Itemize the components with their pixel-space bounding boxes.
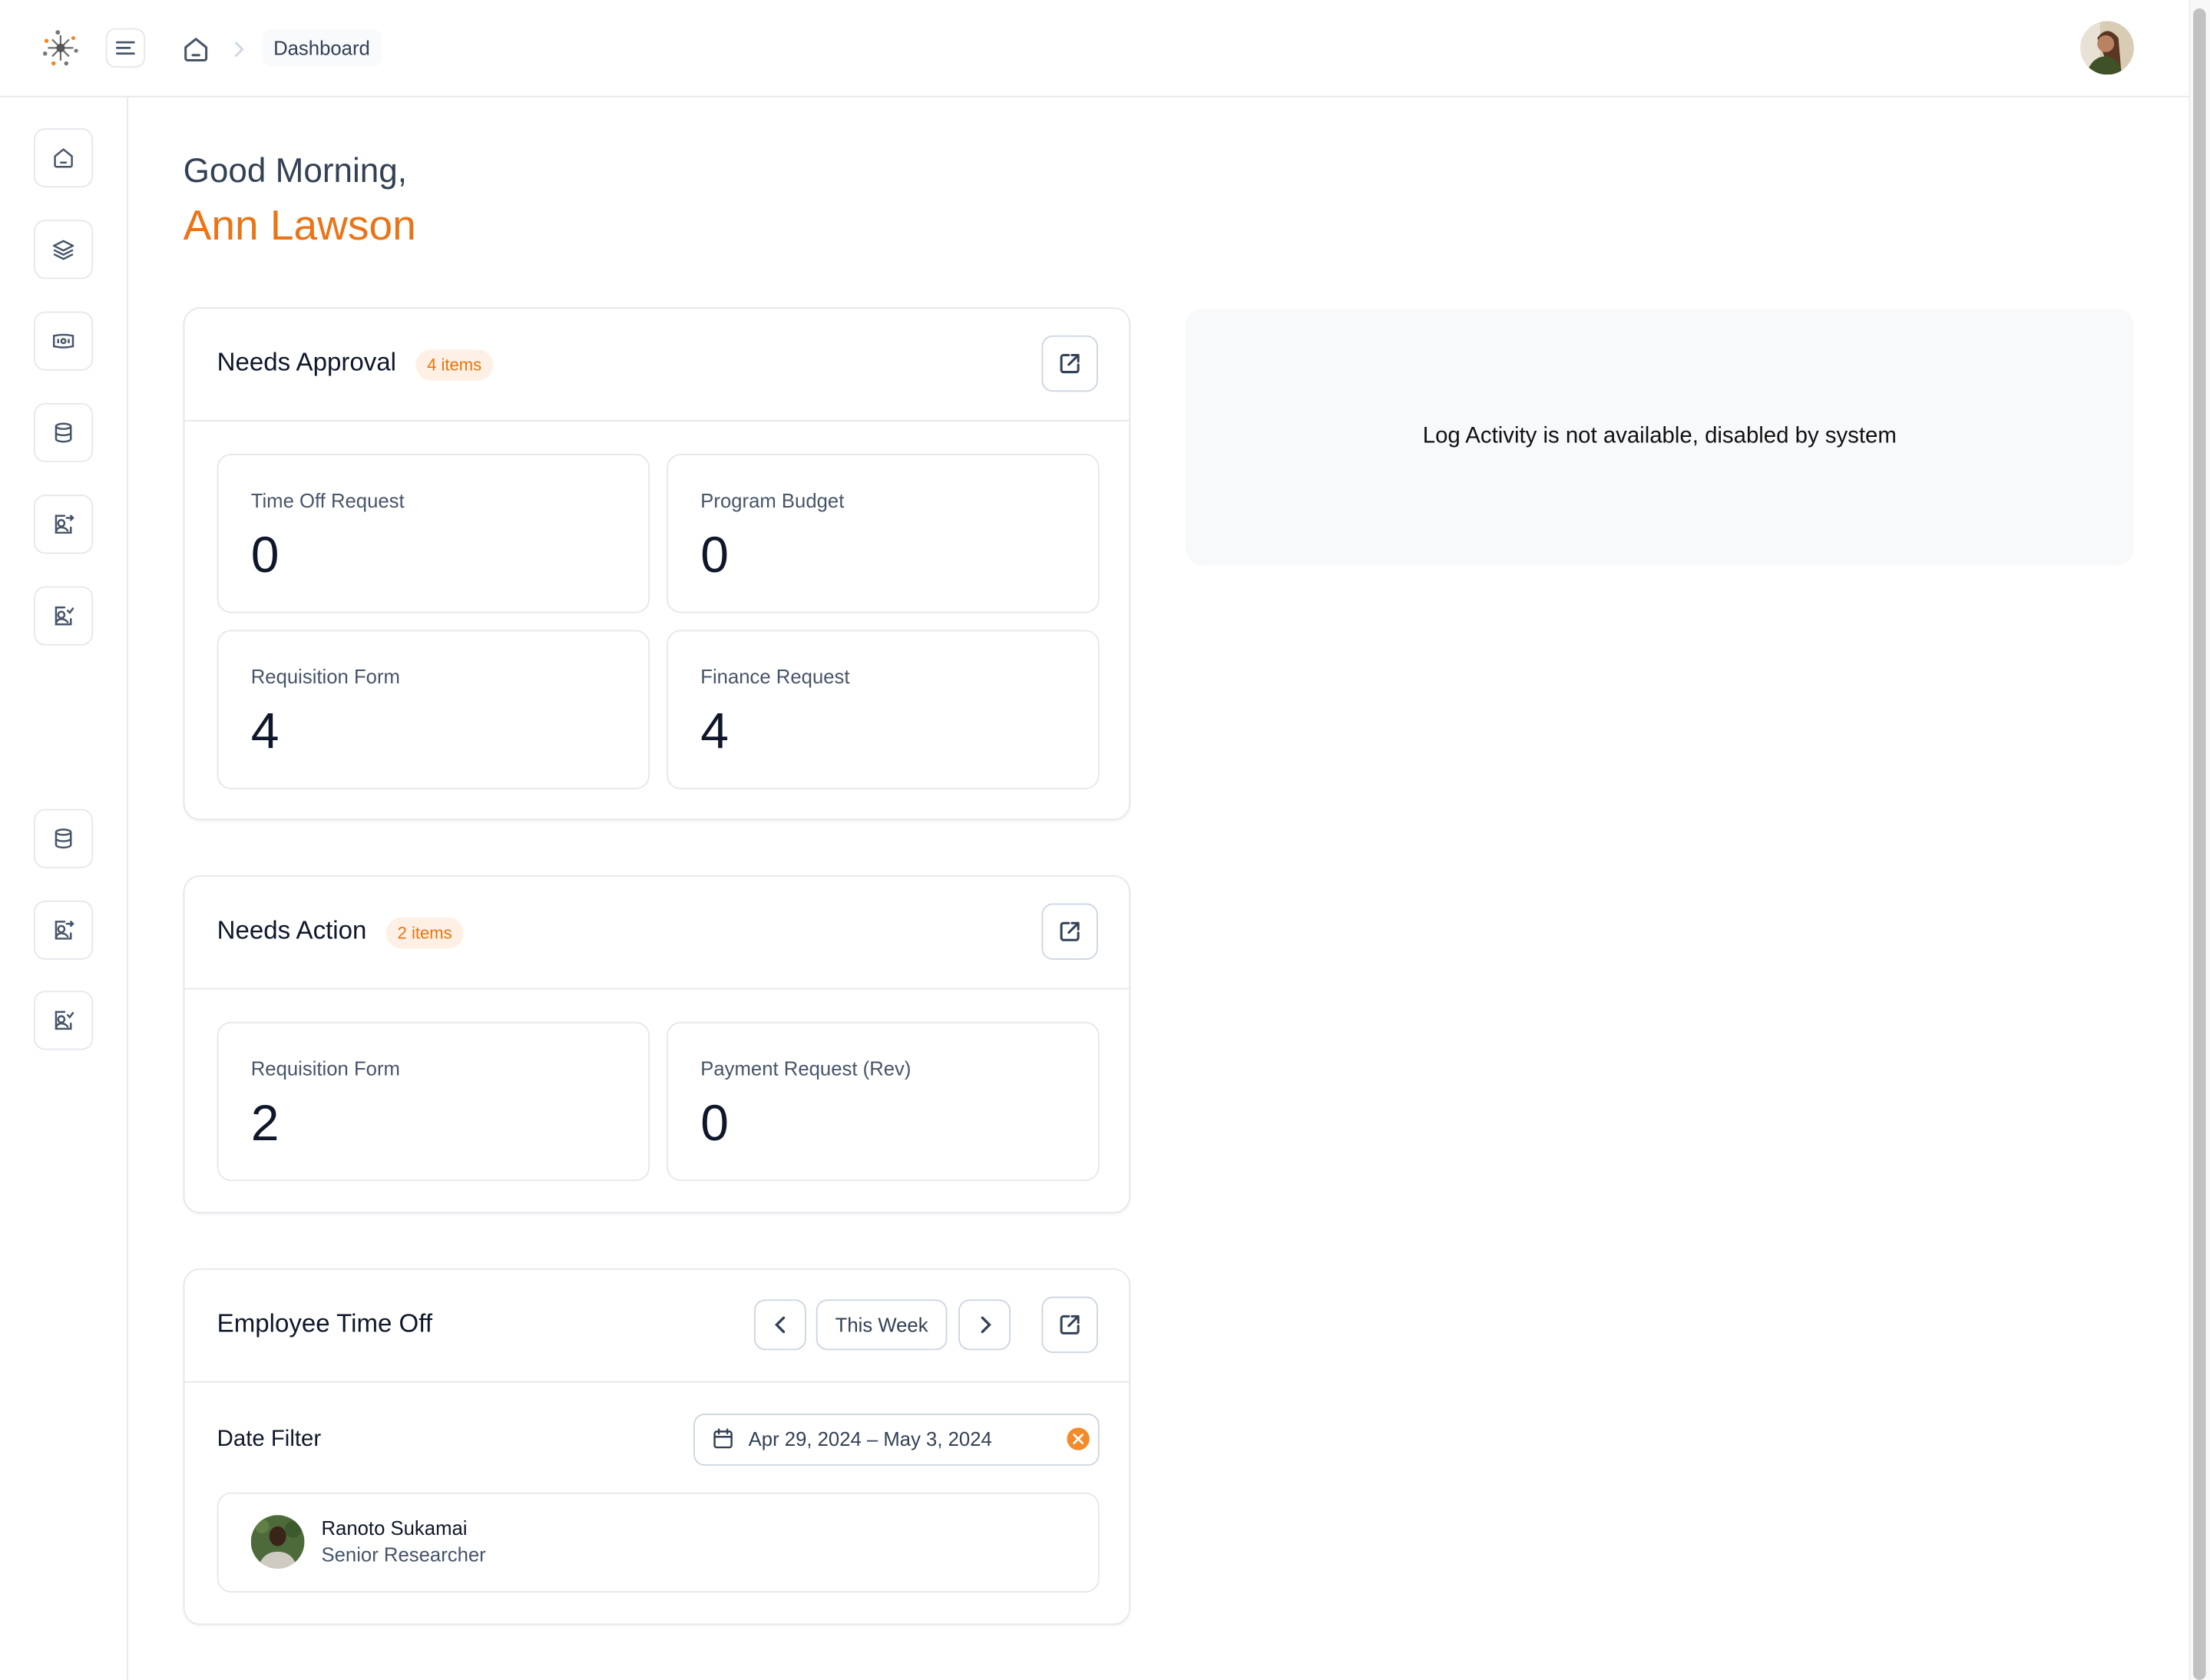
needs-approval-card: Needs Approval 4 items Time Off Request … bbox=[183, 307, 1131, 821]
count-badge: 4 items bbox=[415, 349, 493, 381]
open-external-button[interactable] bbox=[1041, 903, 1098, 960]
stat-card[interactable]: Requisition Form 2 bbox=[217, 1021, 650, 1182]
employee-avatar bbox=[250, 1515, 305, 1569]
sidebar-item-user-forward-2[interactable] bbox=[34, 900, 94, 960]
this-week-button[interactable]: This Week bbox=[816, 1299, 948, 1351]
calendar-icon bbox=[713, 1428, 733, 1449]
employee-role: Senior Researcher bbox=[321, 1543, 486, 1566]
external-link-icon bbox=[1060, 1315, 1080, 1334]
open-external-button[interactable] bbox=[1041, 335, 1098, 392]
previous-week-button[interactable] bbox=[753, 1299, 806, 1351]
user-check-icon bbox=[55, 1010, 74, 1030]
menu-icon bbox=[115, 41, 135, 55]
stat-value: 4 bbox=[700, 702, 729, 760]
layers-icon bbox=[52, 240, 74, 260]
user-forward-icon bbox=[55, 514, 74, 534]
stat-label: Requisition Form bbox=[250, 665, 400, 688]
home-icon bbox=[54, 148, 73, 168]
home-icon bbox=[184, 38, 208, 62]
stat-value: 0 bbox=[700, 525, 729, 584]
stat-value: 0 bbox=[250, 525, 280, 584]
employee-list-item[interactable]: Ranoto Sukamai Senior Researcher bbox=[217, 1492, 1100, 1593]
sidebar-item-user-check-2[interactable] bbox=[34, 990, 94, 1050]
stat-value: 0 bbox=[700, 1093, 729, 1152]
scrollbar-thumb[interactable] bbox=[2193, 8, 2206, 1680]
card-title: Needs Approval bbox=[217, 348, 396, 377]
close-icon bbox=[1073, 1434, 1084, 1444]
stat-value: 2 bbox=[250, 1093, 280, 1152]
sidebar-item-user-forward[interactable] bbox=[34, 494, 94, 554]
sidebar-item-budget[interactable] bbox=[34, 311, 94, 371]
stat-card[interactable]: Payment Request (Rev) 0 bbox=[667, 1021, 1100, 1182]
user-avatar[interactable] bbox=[2080, 21, 2134, 75]
clear-date-button[interactable] bbox=[1067, 1427, 1090, 1450]
greeting-text: Good Morning, bbox=[183, 152, 408, 190]
logo bbox=[38, 25, 84, 71]
sidebar-item-home[interactable] bbox=[34, 128, 94, 188]
external-link-icon bbox=[1060, 921, 1080, 941]
log-activity-panel: Log Activity is not available, disabled … bbox=[1185, 308, 2134, 566]
log-activity-message: Log Activity is not available, disabled … bbox=[1422, 424, 1897, 448]
stat-label: Finance Request bbox=[700, 665, 850, 688]
breadcrumb-current: Dashboard bbox=[262, 29, 382, 67]
user-name: Ann Lawson bbox=[183, 203, 416, 250]
user-check-icon bbox=[55, 606, 74, 626]
card-header: Needs Approval 4 items bbox=[184, 309, 1130, 422]
date-range-input[interactable]: Apr 29, 2024 – May 3, 2024 bbox=[693, 1414, 1100, 1466]
card-header: Employee Time Off This Week bbox=[184, 1270, 1130, 1383]
database-icon bbox=[55, 828, 72, 849]
sidebar-item-database[interactable] bbox=[34, 402, 94, 463]
date-filter-label: Date Filter bbox=[217, 1427, 322, 1452]
stat-card[interactable]: Requisition Form 4 bbox=[217, 630, 650, 789]
card-title: Employee Time Off bbox=[217, 1309, 433, 1338]
employee-name: Ranoto Sukamai bbox=[321, 1516, 468, 1539]
menu-toggle-button[interactable] bbox=[105, 28, 146, 68]
next-week-button[interactable] bbox=[958, 1299, 1011, 1351]
chevron-right-icon bbox=[980, 1316, 991, 1334]
stat-card[interactable]: Finance Request 4 bbox=[667, 630, 1100, 789]
stat-label: Program Budget bbox=[700, 488, 845, 512]
stat-card[interactable]: Program Budget 0 bbox=[667, 454, 1100, 613]
sidebar-item-layers[interactable] bbox=[34, 220, 94, 279]
sidebar-item-database-2[interactable] bbox=[34, 809, 94, 868]
employee-time-off-card: Employee Time Off This Week Date Filter … bbox=[183, 1268, 1131, 1625]
database-icon bbox=[55, 422, 72, 443]
stat-value: 4 bbox=[250, 702, 280, 760]
user-forward-icon bbox=[55, 921, 74, 940]
count-badge: 2 items bbox=[385, 917, 464, 949]
breadcrumb-home[interactable] bbox=[180, 34, 211, 64]
chevron-left-icon bbox=[774, 1316, 785, 1334]
card-title: Needs Action bbox=[217, 916, 367, 944]
stat-label: Time Off Request bbox=[250, 488, 405, 512]
card-header: Needs Action 2 items bbox=[184, 877, 1130, 990]
stat-label: Payment Request (Rev) bbox=[700, 1057, 911, 1080]
date-range-value: Apr 29, 2024 – May 3, 2024 bbox=[748, 1427, 992, 1450]
stat-label: Requisition Form bbox=[250, 1057, 400, 1080]
sidebar-item-user-check[interactable] bbox=[34, 586, 94, 646]
external-link-icon bbox=[1060, 354, 1080, 374]
stat-card[interactable]: Time Off Request 0 bbox=[217, 454, 650, 613]
banknote-icon bbox=[52, 333, 74, 349]
open-external-button[interactable] bbox=[1041, 1296, 1098, 1354]
needs-action-card: Needs Action 2 items Requisition Form 2 … bbox=[183, 875, 1131, 1214]
breadcrumb-separator-icon bbox=[228, 37, 248, 62]
